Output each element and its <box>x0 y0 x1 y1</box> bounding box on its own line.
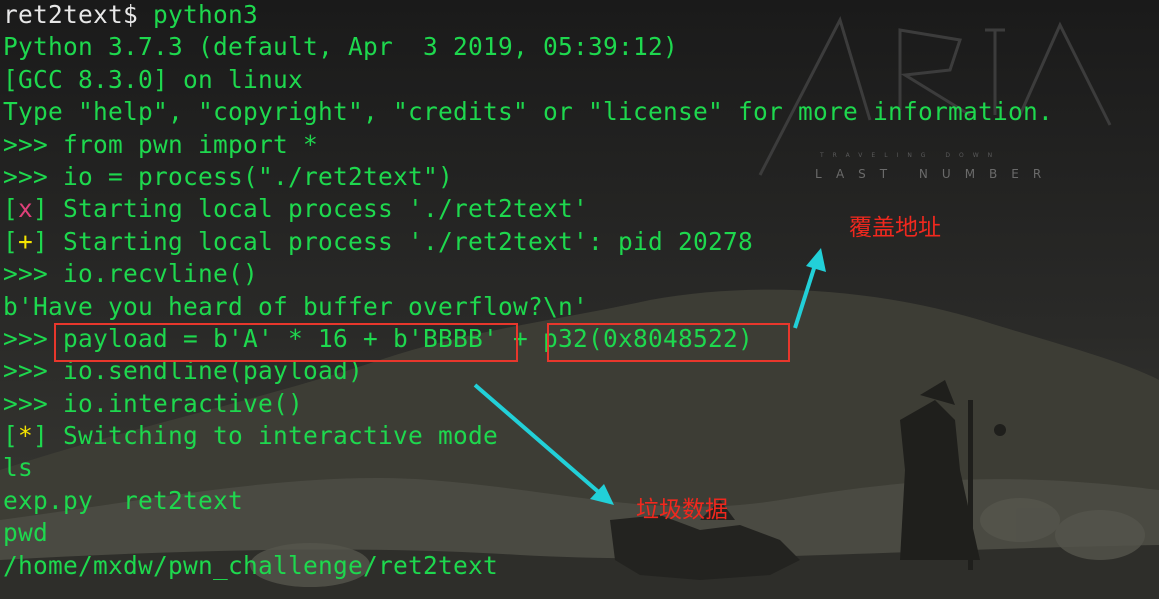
terminal-output[interactable]: ret2text$ python3 Python 3.7.3 (default, … <box>3 0 1053 582</box>
terminal-text: [ <box>3 226 19 256</box>
terminal-text: + <box>18 226 34 256</box>
terminal-text: >>> io.interactive() <box>3 388 304 418</box>
terminal-line: exp.py ret2text <box>3 485 1053 517</box>
terminal-line: [*] Switching to interactive mode <box>3 420 1053 452</box>
terminal-text: ret2text$ <box>3 0 154 29</box>
terminal-text: Python 3.7.3 (default, Apr 3 2019, 05:39… <box>3 32 679 62</box>
terminal-line: [GCC 8.3.0] on linux <box>3 64 1053 96</box>
terminal-text: exp.py ret2text <box>3 485 244 515</box>
terminal-line: /home/mxdw/pwn_challenge/ret2text <box>3 550 1053 582</box>
terminal-text: >>> io = process("./ret2text") <box>3 161 454 191</box>
terminal-text: ] Switching to interactive mode <box>33 421 499 451</box>
terminal-text: >>> io.recvline() <box>3 259 259 289</box>
junk-data-highlight <box>54 323 518 362</box>
junk-data-annotation: 垃圾数据 <box>636 497 728 523</box>
terminal-text: ] Starting local process './ret2text': p… <box>33 226 754 256</box>
terminal-text: >>> from pwn import * <box>3 129 319 159</box>
terminal-text: [ <box>3 194 19 224</box>
terminal-line: Type "help", "copyright", "credits" or "… <box>3 96 1053 128</box>
terminal-text: [GCC 8.3.0] on linux <box>3 64 304 94</box>
terminal-text: b'Have you heard of buffer overflow?\n' <box>3 291 589 321</box>
terminal-text: Type "help", "copyright", "credits" or "… <box>3 97 1054 127</box>
address-highlight <box>547 323 790 362</box>
terminal-line: b'Have you heard of buffer overflow?\n' <box>3 291 1053 323</box>
terminal-text: [ <box>3 421 19 451</box>
terminal-line: >>> from pwn import * <box>3 129 1053 161</box>
terminal-text: ls <box>3 453 34 483</box>
terminal-text: * <box>18 421 34 451</box>
overwrite-address-annotation: 覆盖地址 <box>849 215 941 241</box>
terminal-text: pwd <box>3 518 49 548</box>
terminal-text: x <box>18 194 34 224</box>
terminal-line: ret2text$ python3 <box>3 0 1053 31</box>
terminal-line: ls <box>3 452 1053 484</box>
terminal-text: /home/mxdw/pwn_challenge/ret2text <box>3 550 499 580</box>
terminal-text: python3 <box>153 0 259 29</box>
terminal-line: >>> io = process("./ret2text") <box>3 161 1053 193</box>
terminal-text: ] Starting local process './ret2text' <box>33 194 589 224</box>
terminal-line: >>> io.recvline() <box>3 258 1053 290</box>
terminal-line: >>> io.interactive() <box>3 388 1053 420</box>
terminal-line: pwd <box>3 517 1053 549</box>
terminal-line: Python 3.7.3 (default, Apr 3 2019, 05:39… <box>3 31 1053 63</box>
